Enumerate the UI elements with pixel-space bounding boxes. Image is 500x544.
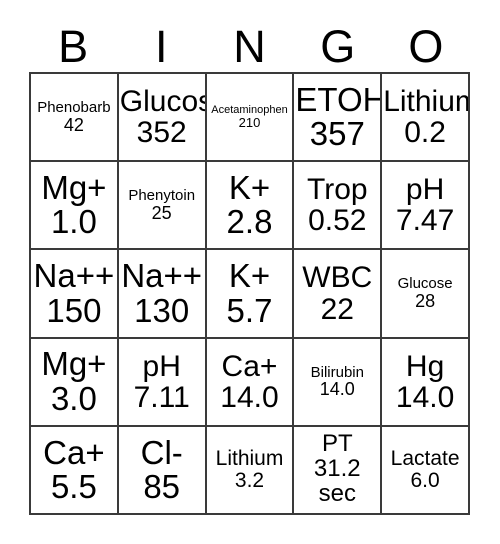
bingo-cell-label: K+ (228, 168, 271, 206)
bingo-header-letter-b: B (58, 21, 89, 72)
bingo-cell[interactable]: Bilirubin 14.0 (294, 338, 383, 427)
bingo-cell-label: Hg (405, 349, 445, 383)
bingo-cell-value: 5.5 (50, 467, 97, 505)
bingo-cell-label: pH (142, 349, 181, 383)
bingo-card: B I N G O Phenobarb 42 Glucose 352 Aceta… (0, 0, 500, 544)
bingo-cell[interactable]: Mg+ 3.0 (31, 338, 119, 427)
bingo-row: Na++ 150 Na++ 130 K+ 5.7 WBC 22 Glucose … (31, 250, 470, 339)
bingo-cell-value: 14.0 (319, 379, 355, 400)
bingo-cell-label: WBC (302, 261, 373, 295)
bingo-cell[interactable]: ETOH 357 (294, 74, 383, 163)
bingo-cell-value: 5.7 (226, 291, 273, 329)
bingo-cell[interactable]: K+ 2.8 (206, 162, 295, 251)
bingo-cell-value: 357 (309, 115, 365, 153)
bingo-row: Mg+ 1.0 Phenytoin 25 K+ 2.8 Trop 0.52 pH… (31, 162, 470, 251)
bingo-cell-label: ETOH (295, 80, 383, 118)
bingo-header-letter-g: G (320, 21, 356, 72)
bingo-row: Ca+ 5.5 Cl- 85 Lithium 3.2 PT 31.2 sec L… (31, 426, 470, 516)
bingo-cell-value: 3.0 (50, 379, 97, 417)
bingo-cell[interactable]: pH 7.47 (382, 162, 470, 251)
bingo-cell-value: 14.0 (395, 380, 455, 414)
bingo-cell-value: 0.2 (404, 116, 446, 150)
bingo-cell-value: 150 (46, 291, 102, 329)
bingo-cell-value: 6.0 (410, 468, 440, 492)
bingo-cell-label: K+ (228, 257, 271, 295)
bingo-cell[interactable]: Acetaminophen 210 (206, 74, 295, 163)
bingo-cell[interactable]: Phenytoin 25 (118, 162, 207, 251)
bingo-cell[interactable]: PT 31.2 sec (294, 426, 383, 516)
bingo-cell-value: 1.0 (50, 203, 97, 241)
bingo-cell-value: 28 (415, 290, 436, 311)
bingo-cell[interactable]: Trop 0.52 (294, 162, 383, 251)
bingo-cell-value: 210 (238, 115, 261, 131)
bingo-header-letter-o: O (408, 21, 444, 72)
bingo-cell[interactable]: K+ 5.7 (206, 250, 295, 339)
bingo-cell-value: 2.8 (226, 203, 273, 241)
bingo-cell-label: Glucose (397, 275, 453, 293)
bingo-cell[interactable]: Ca+ 14.0 (206, 338, 295, 427)
bingo-cell-unit: sec (318, 480, 356, 508)
bingo-cell-label: Ca+ (43, 433, 105, 471)
bingo-header-row: B I N G O (29, 14, 470, 72)
bingo-cell-label: Trop (307, 173, 368, 207)
bingo-cell-value: 14.0 (220, 380, 279, 414)
bingo-cell-value: 25 (151, 202, 172, 223)
bingo-row: Mg+ 3.0 pH 7.11 Ca+ 14.0 Bilirubin 14.0 … (31, 338, 470, 427)
bingo-cell-label: pH (405, 173, 445, 207)
bingo-cell-value: 352 (136, 116, 187, 150)
bingo-cell-label: Na++ (121, 257, 203, 295)
bingo-row: Phenobarb 42 Glucose 352 Acetaminophen 2… (31, 74, 470, 163)
bingo-cell[interactable]: Na++ 150 (31, 250, 119, 339)
bingo-cell[interactable]: Lactate 6.0 (382, 426, 470, 516)
bingo-cell[interactable]: WBC 22 (294, 250, 383, 339)
bingo-cell-label: Ca+ (221, 349, 278, 383)
bingo-cell-value: 130 (134, 291, 190, 329)
bingo-cell-label: Mg+ (41, 168, 107, 206)
bingo-cell[interactable]: pH 7.11 (118, 338, 207, 427)
bingo-cell-label: Mg+ (41, 345, 107, 383)
bingo-cell-label: Lithium (215, 447, 284, 471)
bingo-cell-label: Lactate (390, 447, 460, 471)
bingo-header-letter-i: I (155, 21, 168, 72)
bingo-cell-label: Phenytoin (128, 187, 196, 205)
bingo-cell-label: Phenobarb (37, 98, 111, 116)
bingo-cell[interactable]: Glucose 352 (118, 74, 207, 163)
bingo-cell[interactable]: Mg+ 1.0 (31, 162, 119, 251)
bingo-cell-value: 7.47 (395, 204, 455, 238)
bingo-cell[interactable]: Glucose 28 (382, 250, 470, 339)
bingo-cell-label: Glucose (119, 84, 205, 118)
bingo-cell-label: PT (321, 430, 353, 458)
bingo-cell[interactable]: Cl- 85 (118, 426, 207, 516)
bingo-cell[interactable]: Hg 14.0 (382, 338, 470, 427)
bingo-cell[interactable]: Lithium 3.2 (206, 426, 295, 516)
bingo-cell-label: Lithium (383, 84, 468, 118)
bingo-cell[interactable]: Ca+ 5.5 (31, 426, 119, 516)
bingo-grid: Phenobarb 42 Glucose 352 Acetaminophen 2… (29, 72, 470, 516)
bingo-cell-value: 85 (143, 467, 181, 505)
bingo-cell-label: Bilirubin (310, 363, 364, 381)
bingo-cell-value: 0.52 (308, 204, 367, 238)
bingo-cell-label: Na++ (33, 257, 115, 295)
bingo-cell-value: 3.2 (234, 468, 265, 492)
bingo-cell-value: 7.11 (133, 380, 190, 414)
bingo-cell[interactable]: Lithium 0.2 (382, 74, 470, 163)
bingo-cell[interactable]: Na++ 130 (118, 250, 207, 339)
bingo-header-letter-n: N (233, 21, 266, 72)
bingo-cell-value: 42 (63, 114, 84, 135)
bingo-cell[interactable]: Phenobarb 42 (31, 74, 119, 163)
bingo-cell-value: 31.2 (313, 455, 361, 483)
bingo-cell-value: 22 (320, 292, 354, 326)
bingo-cell-label: Cl- (140, 433, 183, 471)
